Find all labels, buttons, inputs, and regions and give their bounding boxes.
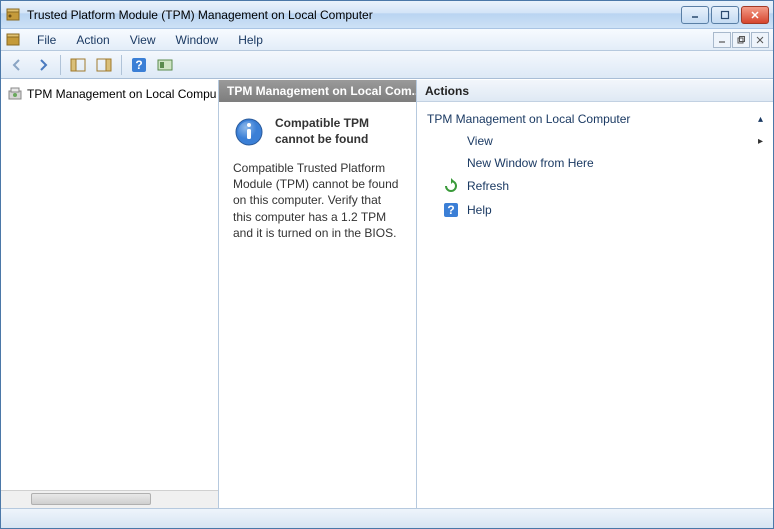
svg-text:?: ? [447, 203, 454, 217]
result-pane: TPM Management on Local Com... Compatibl… [219, 80, 417, 508]
window-title: Trusted Platform Module (TPM) Management… [27, 8, 681, 22]
actions-pane: Actions TPM Management on Local Computer… [417, 80, 773, 508]
action-refresh-label: Refresh [467, 179, 509, 193]
document-icon [5, 32, 21, 48]
toolbar: ? [1, 51, 773, 79]
mmc-window: Trusted Platform Module (TPM) Management… [0, 0, 774, 529]
mdi-minimize-button[interactable] [713, 32, 731, 48]
menu-help[interactable]: Help [228, 31, 273, 49]
menu-action[interactable]: Action [66, 31, 119, 49]
action-new-window-label: New Window from Here [467, 156, 594, 170]
actions-body: TPM Management on Local Computer ▴ View … [417, 102, 773, 228]
action-help-label: Help [467, 203, 492, 217]
alert-body: Compatible Trusted Platform Module (TPM)… [233, 160, 402, 241]
back-button[interactable] [5, 54, 29, 76]
result-pane-header: TPM Management on Local Com... [219, 80, 416, 102]
minimize-button[interactable] [681, 6, 709, 24]
action-new-window[interactable]: New Window from Here [421, 152, 769, 174]
tpm-icon [7, 86, 23, 102]
toolbar-separator [60, 55, 61, 75]
mdi-close-button[interactable] [751, 32, 769, 48]
alert-title: Compatible TPM cannot be found [275, 116, 402, 147]
statusbar [1, 508, 773, 528]
close-button[interactable] [741, 6, 769, 24]
tree-body: TPM Management on Local Computer [1, 80, 218, 490]
help-icon: ? [443, 202, 459, 218]
show-hide-actions-button[interactable] [92, 54, 116, 76]
mdi-controls [713, 32, 769, 48]
submenu-arrow-icon: ▸ [758, 136, 763, 147]
svg-text:?: ? [135, 58, 142, 72]
maximize-button[interactable] [711, 6, 739, 24]
tree-root-label: TPM Management on Local Computer [27, 87, 216, 101]
content-area: TPM Management on Local Computer TPM Man… [1, 79, 773, 508]
tree-root-item[interactable]: TPM Management on Local Computer [3, 84, 216, 104]
window-controls [681, 6, 769, 24]
titlebar: Trusted Platform Module (TPM) Management… [1, 1, 773, 29]
action-help[interactable]: ? Help [421, 198, 769, 222]
menu-window[interactable]: Window [166, 31, 229, 49]
help-button[interactable]: ? [127, 54, 151, 76]
action-group-title[interactable]: TPM Management on Local Computer ▴ [421, 108, 769, 130]
action-group-label: TPM Management on Local Computer [427, 112, 630, 126]
action-view-label: View [467, 134, 493, 148]
info-icon [233, 116, 265, 148]
toolbar-separator [121, 55, 122, 75]
show-hide-tree-button[interactable] [66, 54, 90, 76]
menubar: File Action View Window Help [1, 29, 773, 51]
actions-header: Actions [417, 80, 773, 102]
info-row: Compatible TPM cannot be found [233, 116, 402, 148]
mdi-restore-button[interactable] [732, 32, 750, 48]
refresh-icon [443, 178, 459, 194]
menu-file[interactable]: File [27, 31, 66, 49]
forward-button[interactable] [31, 54, 55, 76]
app-icon [5, 7, 21, 23]
scrollbar-thumb[interactable] [31, 493, 151, 505]
tpm-toolbar-button[interactable] [153, 54, 177, 76]
tree-pane: TPM Management on Local Computer [1, 80, 219, 508]
horizontal-scrollbar[interactable] [1, 490, 218, 508]
collapse-arrow-icon: ▴ [758, 114, 763, 125]
menu-view[interactable]: View [120, 31, 166, 49]
action-view[interactable]: View ▸ [421, 130, 769, 152]
action-refresh[interactable]: Refresh [421, 174, 769, 198]
result-pane-body: Compatible TPM cannot be found Compatibl… [219, 102, 416, 255]
